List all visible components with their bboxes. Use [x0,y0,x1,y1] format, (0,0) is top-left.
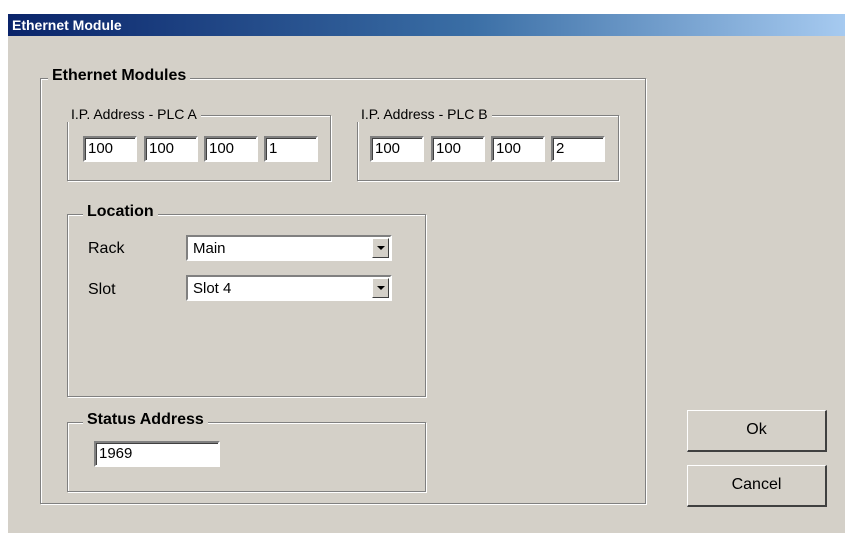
slot-label: Slot [88,281,116,298]
rack-label: Rack [88,240,125,257]
cancel-button-label: Cancel [731,476,782,493]
slot-dropdown-arrow-icon[interactable] [372,278,389,298]
plc-b-octet-4-input[interactable]: 2 [551,136,605,162]
status-address-input[interactable]: 1969 [94,441,220,467]
rack-select[interactable]: Main [186,235,392,261]
slot-select-value: Slot 4 [193,280,232,297]
ok-button[interactable]: Ok [687,410,827,452]
slot-select[interactable]: Slot 4 [186,275,392,301]
plc-a-octet-4-input[interactable]: 1 [264,136,318,162]
cancel-button[interactable]: Cancel [687,465,827,507]
plc-b-octet-1-input[interactable]: 100 [370,136,424,162]
rack-select-value: Main [193,240,226,257]
plc-a-octet-3-input[interactable]: 100 [204,136,258,162]
location-label: Location [83,203,158,221]
plc-b-octet-2-input[interactable]: 100 [431,136,485,162]
plc-b-label: I.P. Address - PLC B [357,106,492,122]
plc-a-octet-1-input[interactable]: 100 [83,136,137,162]
ethernet-modules-label: Ethernet Modules [48,67,191,85]
rack-dropdown-arrow-icon[interactable] [372,238,389,258]
plc-a-label: I.P. Address - PLC A [67,106,201,122]
window-title: Ethernet Module [12,17,122,33]
ethernet-module-dialog: Ethernet Module Ethernet Modules I.P. Ad… [8,14,845,533]
plc-a-octet-2-input[interactable]: 100 [144,136,198,162]
ok-button-label: Ok [746,421,767,438]
status-address-label: Status Address [83,411,208,429]
plc-b-octet-3-input[interactable]: 100 [491,136,545,162]
title-bar[interactable]: Ethernet Module [8,14,845,36]
